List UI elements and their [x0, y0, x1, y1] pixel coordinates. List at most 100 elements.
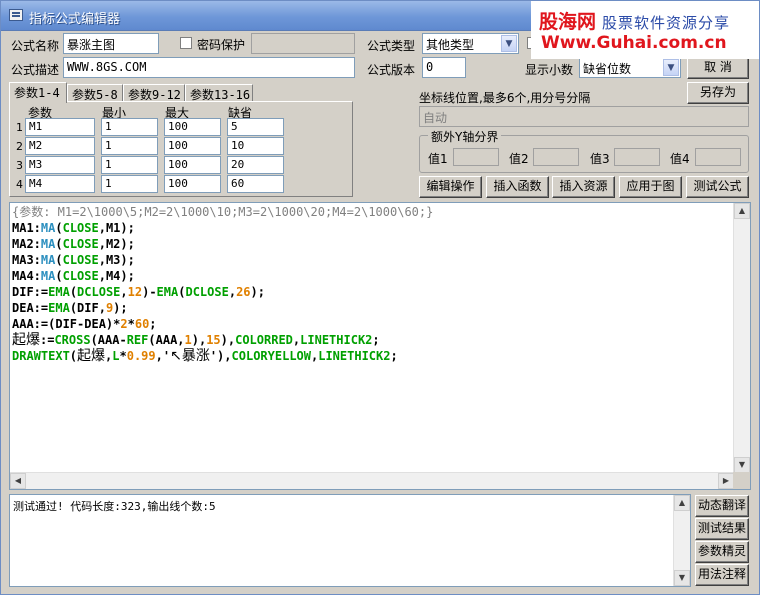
test-result-button[interactable]: 测试结果: [695, 518, 749, 540]
code-token: LINETHICK2: [300, 333, 373, 347]
dynamic-translate-button[interactable]: 动态翻译: [695, 495, 749, 517]
code-token: EMA: [48, 301, 70, 315]
code-token: EMA: [156, 285, 179, 299]
code-token: MA4:: [12, 269, 41, 283]
scrollbar-corner: [733, 472, 750, 489]
formula-desc-input[interactable]: WWW.8GS.COM: [63, 57, 355, 78]
code-line[interactable]: 起爆:=CROSS(AAA-REF(AAA,1),15),COLORRED,LI…: [12, 332, 433, 348]
password-label: 密码保护: [197, 38, 246, 52]
code-token: );: [113, 301, 128, 315]
code-content[interactable]: {参数: M1=2\1000\5;M2=2\1000\10;M3=2\1000\…: [12, 204, 433, 364]
param-max-cell[interactable]: 100: [164, 137, 221, 155]
code-token: (: [55, 221, 63, 235]
code-line[interactable]: DRAWTEXT(起爆,L*0.99,'↖暴涨'),COLORYELLOW,LI…: [12, 348, 433, 364]
y-value-3-input[interactable]: [614, 148, 660, 166]
decimals-select[interactable]: 缺省位数 ▼: [579, 57, 681, 78]
param-name-cell[interactable]: M3: [25, 156, 95, 174]
code-line[interactable]: MA2:MA(CLOSE,M2);: [12, 236, 433, 252]
cancel-button[interactable]: 取 消: [687, 57, 749, 79]
decimals-value: 缺省位数: [583, 62, 632, 76]
param-wizard-button[interactable]: 参数精灵: [695, 541, 749, 563]
editor-vertical-scrollbar[interactable]: ▲ ▼: [733, 203, 750, 473]
code-line[interactable]: MA4:MA(CLOSE,M4);: [12, 268, 433, 284]
code-token: COLORYELLOW: [231, 349, 311, 363]
param-min-cell[interactable]: 1: [101, 137, 158, 155]
formula-name-label: 公式名称: [11, 39, 60, 53]
code-token: ,: [120, 285, 128, 299]
code-token: MA3:: [12, 253, 41, 267]
tab-params-1-4[interactable]: 参数1-4: [9, 82, 67, 103]
code-token: ↖暴涨: [170, 348, 210, 364]
formula-name-input[interactable]: 暴涨主图: [63, 33, 159, 54]
code-token: DEA:=: [12, 301, 49, 315]
formula-version-input[interactable]: 0: [422, 57, 466, 78]
code-line[interactable]: DEA:=EMA(DIF,9);: [12, 300, 433, 316]
code-line[interactable]: {参数: M1=2\1000\5;M2=2\1000\10;M3=2\1000\…: [12, 204, 433, 220]
param-name-cell[interactable]: M4: [25, 175, 95, 193]
code-editor[interactable]: {参数: M1=2\1000\5;M2=2\1000\10;M3=2\1000\…: [9, 202, 751, 490]
y-value-4-input[interactable]: [695, 148, 741, 166]
output-vertical-scrollbar[interactable]: ▲ ▼: [673, 495, 690, 586]
editor-horizontal-scrollbar[interactable]: ◀ ▶: [10, 472, 734, 489]
params-panel: 参数 最小 最大 缺省 1 M1 1 100 5 2 M2 1 100 10 3…: [9, 101, 353, 197]
code-token: (: [55, 269, 63, 283]
apply-to-chart-button[interactable]: 应用于图: [619, 176, 682, 198]
code-line[interactable]: MA3:MA(CLOSE,M3);: [12, 252, 433, 268]
scroll-up-icon[interactable]: ▲: [734, 203, 750, 219]
param-max-cell[interactable]: 100: [164, 175, 221, 193]
chevron-down-icon[interactable]: ▼: [663, 59, 679, 76]
scroll-right-icon[interactable]: ▶: [718, 473, 734, 489]
test-output-panel[interactable]: 测试通过! 代码长度:323,输出线个数:5 ▲ ▼: [9, 494, 691, 587]
param-default-cell[interactable]: 10: [227, 137, 284, 155]
scroll-up-icon[interactable]: ▲: [674, 495, 690, 511]
insert-resource-button[interactable]: 插入资源: [552, 176, 615, 198]
code-token: ,M2);: [98, 237, 135, 251]
code-token: *: [119, 349, 127, 363]
param-default-cell[interactable]: 5: [227, 118, 284, 136]
code-token: DRAWTEXT: [12, 349, 70, 363]
edit-ops-button[interactable]: 编辑操作: [419, 176, 482, 198]
scroll-down-icon[interactable]: ▼: [734, 457, 750, 473]
code-token: LINETHICK2: [318, 349, 391, 363]
code-token: {参数: M1=2\1000\5;M2=2\1000\10;M3=2\1000\…: [12, 205, 434, 219]
param-default-cell[interactable]: 20: [227, 156, 284, 174]
code-token: ,M4);: [98, 269, 135, 283]
tab-params-13-16[interactable]: 参数13-16: [185, 84, 253, 102]
formula-type-select[interactable]: 其他类型 ▼: [422, 33, 519, 54]
param-default-cell[interactable]: 60: [227, 175, 284, 193]
scroll-down-icon[interactable]: ▼: [674, 570, 690, 586]
save-as-button[interactable]: 另存为: [687, 82, 749, 104]
password-checkbox[interactable]: [180, 37, 192, 49]
code-token: REF: [126, 333, 149, 347]
usage-notes-button[interactable]: 用法注释: [695, 564, 749, 586]
code-line[interactable]: DIF:=EMA(DCLOSE,12)-EMA(DCLOSE,26);: [12, 284, 433, 300]
param-min-cell[interactable]: 1: [101, 156, 158, 174]
scroll-left-icon[interactable]: ◀: [10, 473, 26, 489]
tab-params-5-8[interactable]: 参数5-8: [67, 84, 123, 102]
param-min-cell[interactable]: 1: [101, 175, 158, 193]
extra-y-axis-group: 额外Y轴分界 值1 值2 值3 值4: [419, 128, 749, 173]
tab-params-9-12[interactable]: 参数9-12: [123, 84, 185, 102]
code-token: CLOSE: [62, 237, 99, 251]
y-value-2-input[interactable]: [533, 148, 579, 166]
password-input[interactable]: [251, 33, 355, 54]
param-max-cell[interactable]: 100: [164, 156, 221, 174]
axis-position-input[interactable]: 自动: [419, 106, 749, 127]
code-line[interactable]: MA1:MA(CLOSE,M1);: [12, 220, 433, 236]
code-token: *: [127, 317, 135, 331]
param-name-cell[interactable]: M2: [25, 137, 95, 155]
code-token: MA: [40, 269, 56, 283]
code-token: AAA:=(DIF-DEA)*: [12, 317, 121, 331]
code-line[interactable]: AAA:=(DIF-DEA)*2*60;: [12, 316, 433, 332]
insert-function-button[interactable]: 插入函数: [486, 176, 549, 198]
test-output-text: 测试通过! 代码长度:323,输出线个数:5: [13, 500, 216, 513]
formula-version-label: 公式版本: [367, 63, 416, 77]
test-formula-button[interactable]: 测试公式: [686, 176, 749, 198]
param-min-cell[interactable]: 1: [101, 118, 158, 136]
param-max-cell[interactable]: 100: [164, 118, 221, 136]
y-value-1-input[interactable]: [453, 148, 499, 166]
watermark-site-name: 股海网: [539, 11, 597, 33]
formula-type-label: 公式类型: [367, 39, 416, 53]
param-name-cell[interactable]: M1: [25, 118, 95, 136]
chevron-down-icon[interactable]: ▼: [501, 35, 517, 52]
